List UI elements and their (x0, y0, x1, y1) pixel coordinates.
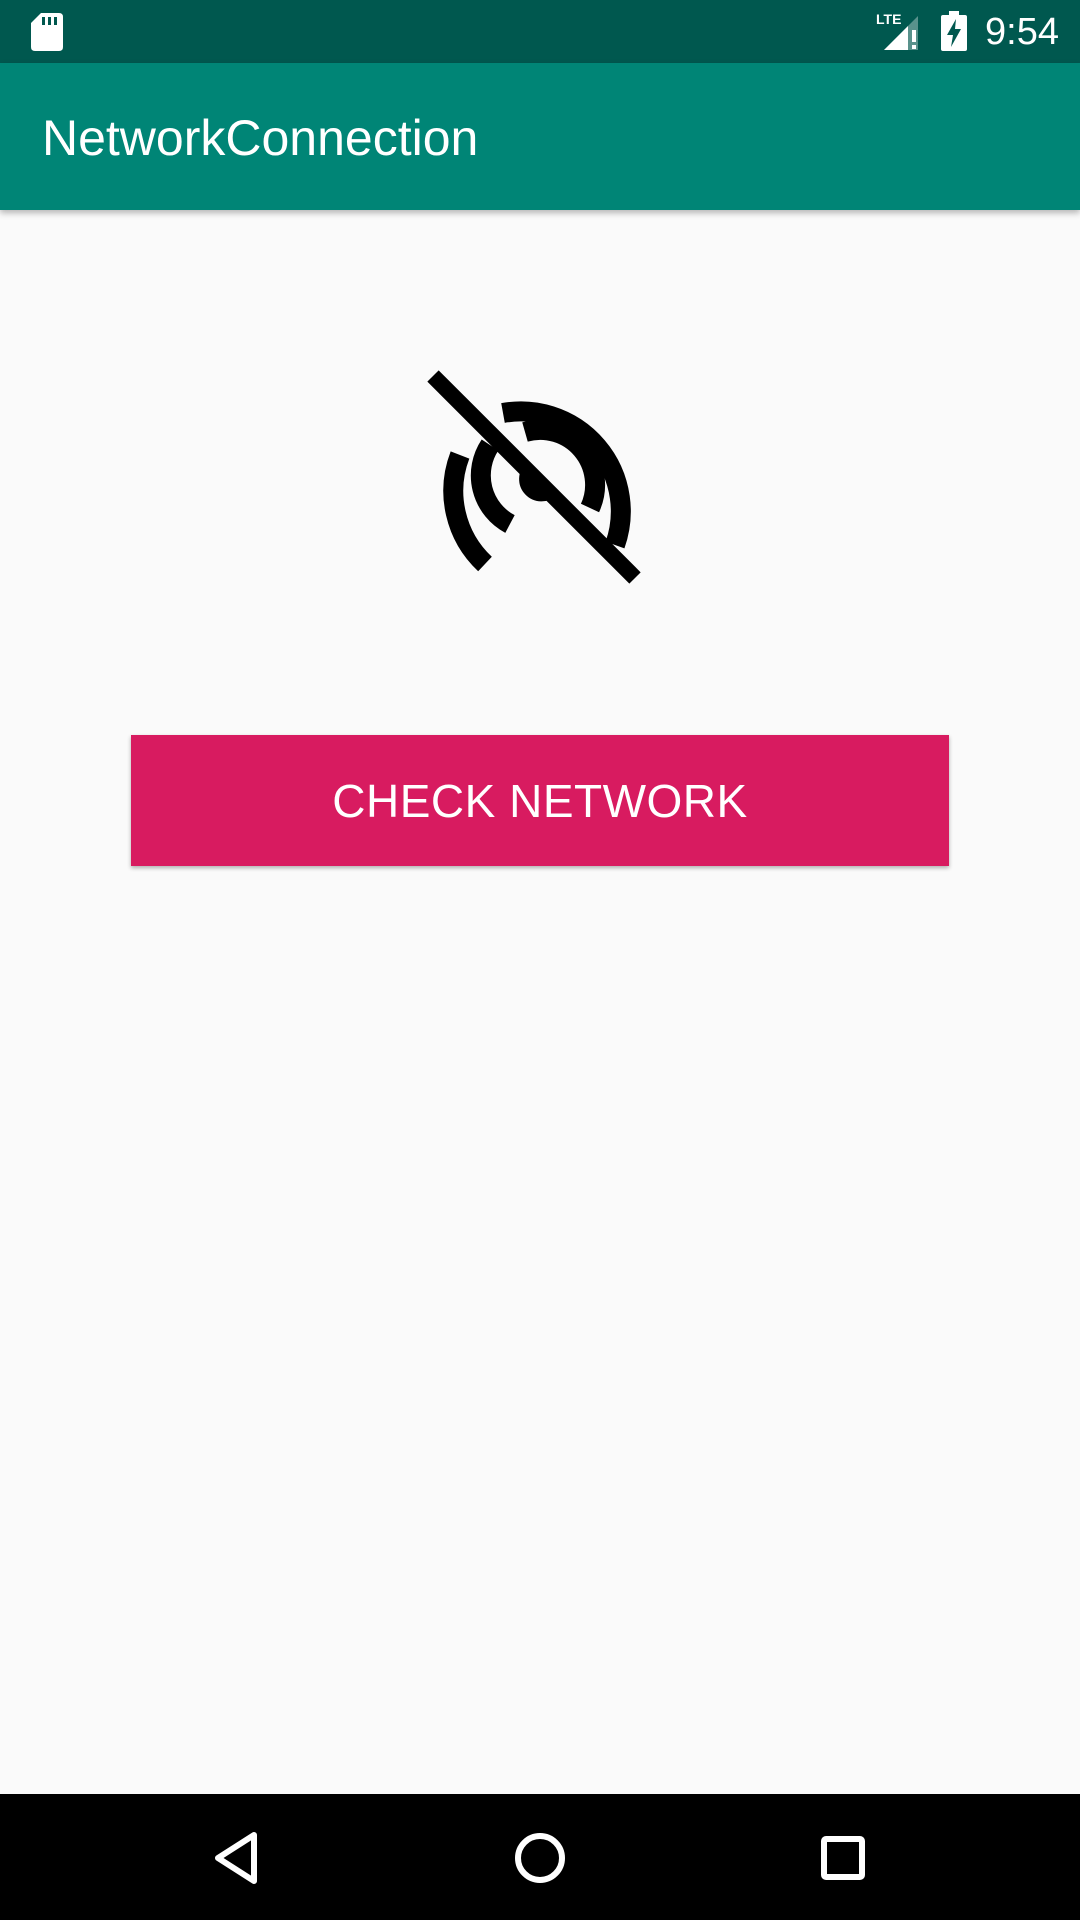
svg-text:LTE: LTE (876, 11, 901, 27)
sd-card-icon (31, 13, 63, 51)
battery-charging-icon (941, 11, 967, 51)
network-off-icon (427, 370, 641, 584)
status-bar: LTE 9:54 (0, 0, 1080, 63)
main-content: CHECK NETWORK (0, 210, 1080, 1794)
back-icon[interactable] (202, 1823, 272, 1893)
navigation-bar (0, 1794, 1080, 1920)
app-bar: NetworkConnection (0, 63, 1080, 210)
lte-signal-icon: LTE (876, 11, 918, 50)
status-clock: 9:54 (985, 11, 1059, 53)
app-title: NetworkConnection (42, 110, 479, 166)
screen: LTE 9:54 NetworkConnection CHECK NETWORK (0, 0, 1080, 1920)
home-icon[interactable] (505, 1823, 575, 1893)
check-network-button[interactable]: CHECK NETWORK (131, 735, 949, 866)
recents-icon[interactable] (808, 1823, 878, 1893)
